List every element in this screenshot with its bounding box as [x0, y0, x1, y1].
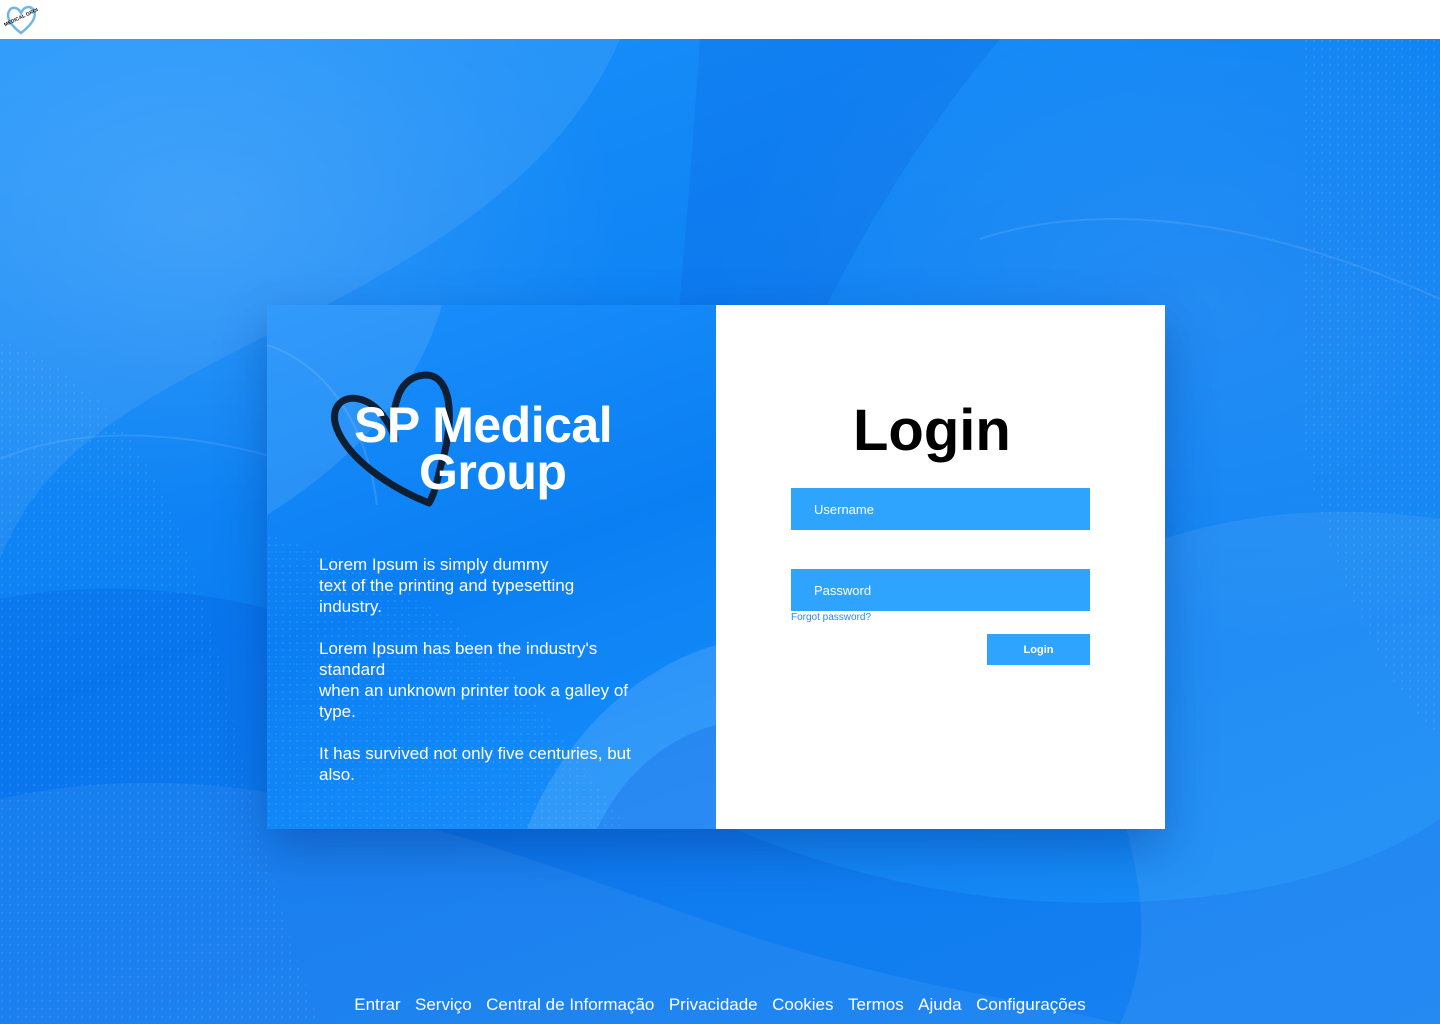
- top-bar: SP MEDICAL GROUP: [0, 0, 1440, 39]
- forgot-password-link[interactable]: Forgot password?: [791, 612, 871, 623]
- login-button[interactable]: Login: [987, 634, 1090, 665]
- footer-link-termos[interactable]: Termos: [848, 995, 904, 1014]
- footer-link-configuracoes[interactable]: Configurações: [976, 995, 1086, 1014]
- password-input[interactable]: [791, 569, 1090, 611]
- footer-link-entrar[interactable]: Entrar: [354, 995, 400, 1014]
- brand-name-line1: SP Medical: [354, 397, 613, 453]
- footer-nav: Entrar Serviço Central de Informação Pri…: [0, 993, 1440, 1017]
- brand-panel: SP Medical Group Lorem Ipsum is simply d…: [267, 305, 716, 829]
- login-panel: Login Forgot password? Login: [716, 305, 1165, 829]
- footer-link-privacidade[interactable]: Privacidade: [669, 995, 758, 1014]
- description-paragraph: Lorem Ipsum has been the industry's stan…: [319, 639, 629, 721]
- brand-name-line2: Group: [419, 444, 567, 500]
- brand-description: Lorem Ipsum is simply dummy text of the …: [319, 554, 669, 806]
- heart-logo-icon[interactable]: SP MEDICAL GROUP: [4, 3, 38, 37]
- login-card: SP Medical Group Lorem Ipsum is simply d…: [267, 305, 1165, 829]
- footer-link-central-de-informacao[interactable]: Central de Informação: [486, 995, 654, 1014]
- footer-link-cookies[interactable]: Cookies: [772, 995, 833, 1014]
- footer-link-ajuda[interactable]: Ajuda: [918, 995, 961, 1014]
- login-title: Login: [853, 398, 1011, 463]
- footer-link-servico[interactable]: Serviço: [415, 995, 472, 1014]
- description-paragraph: Lorem Ipsum is simply dummy text of the …: [319, 555, 575, 616]
- description-paragraph: It has survived not only five centuries,…: [319, 744, 631, 784]
- username-input[interactable]: [791, 488, 1090, 530]
